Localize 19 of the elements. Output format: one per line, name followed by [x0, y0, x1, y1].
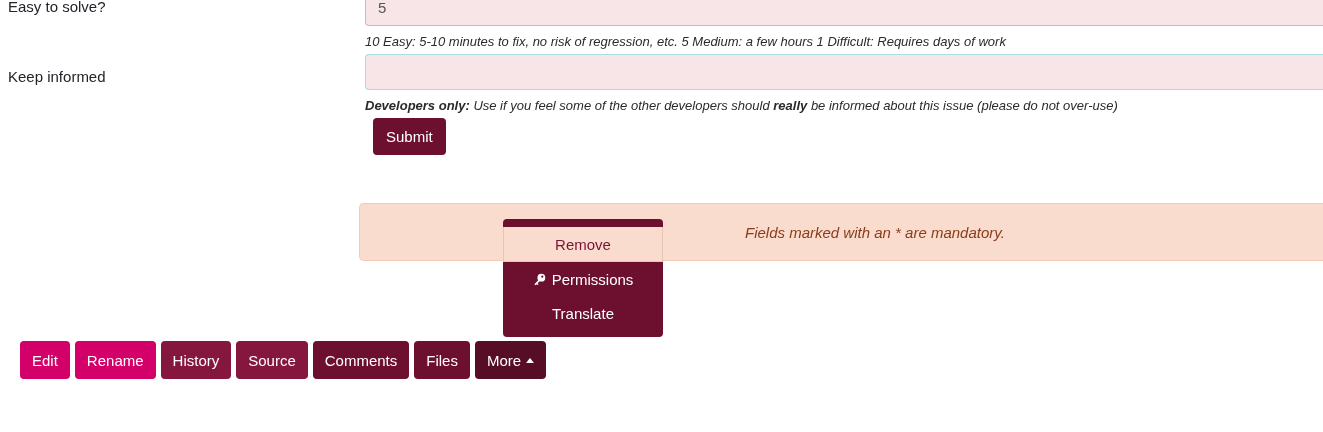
alert-text: Fields marked with an * are mandatory.: [745, 223, 1005, 241]
toolbar-button[interactable]: Files: [414, 341, 470, 379]
input-field[interactable]: 5: [365, 0, 1323, 26]
menu-item[interactable]: Permissions: [503, 262, 663, 296]
toolbar-button[interactable]: Source: [236, 341, 308, 379]
menu-item[interactable]: Translate: [503, 296, 663, 330]
menu-item[interactable]: Remove: [503, 227, 663, 262]
input-field[interactable]: [365, 54, 1323, 90]
toolbar-button[interactable]: Edit: [20, 341, 70, 379]
help-text: Developers only: Use if you feel some of the other developers should really be informed about this issue (please do not over-use): [365, 97, 1119, 115]
toolbar-button[interactable]: History: [160, 341, 232, 379]
caret-icon: [526, 357, 535, 363]
toolbar-button[interactable]: Comments: [312, 341, 410, 379]
field-label: Keep informed: [7, 67, 107, 87]
toolbar-button[interactable]: Rename: [74, 341, 156, 379]
help-text: 10 Easy: 5-10 minutes to fix, no risk of regression, etc. 5 Medium: a few hours 1 Difficult: Requires days of work: [365, 33, 1007, 51]
field-label: Easy to solve?: [7, 0, 107, 17]
toolbar-button[interactable]: More: [474, 341, 547, 379]
submit-button[interactable]: Submit: [373, 118, 446, 155]
